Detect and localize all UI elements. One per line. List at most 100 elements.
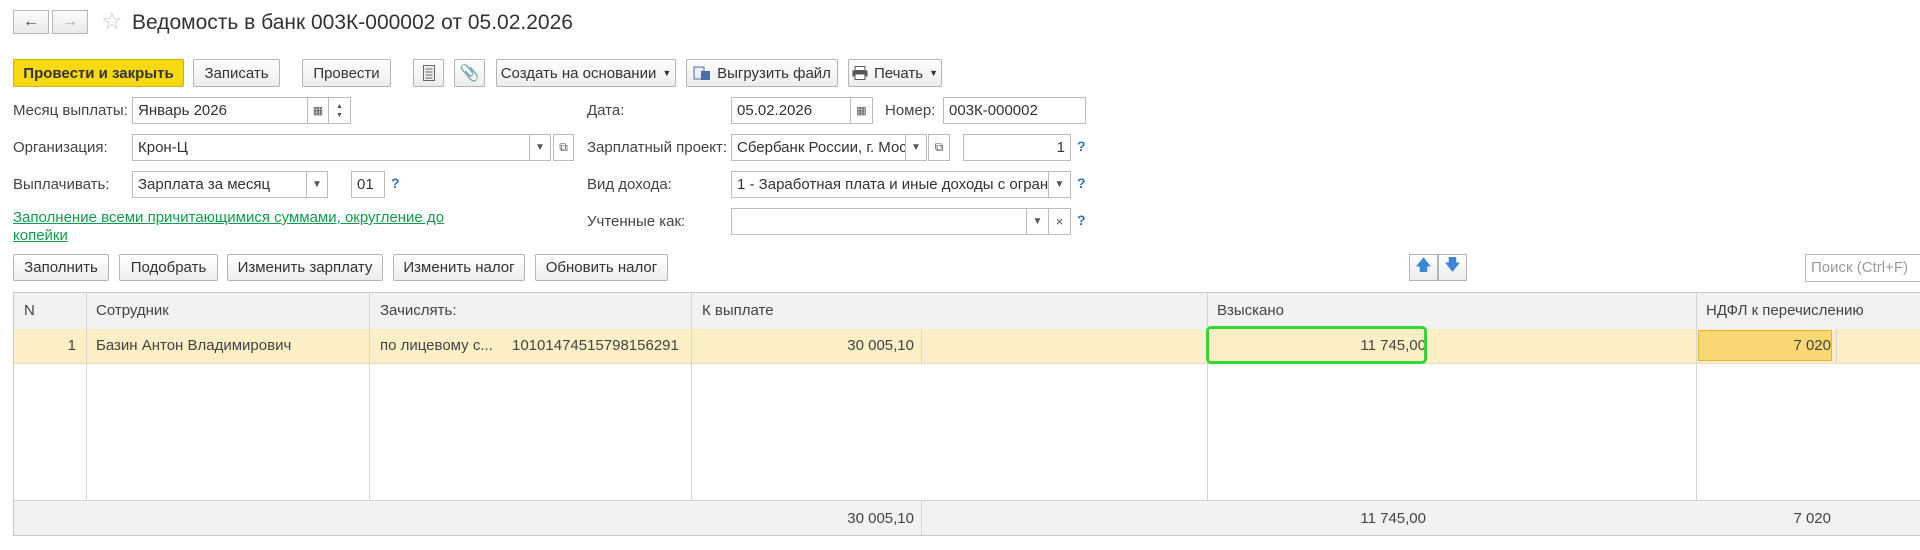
- pay-month-label: Месяц выплаты:: [13, 102, 128, 119]
- accounted-as-clear-button[interactable]: ×: [1048, 208, 1071, 235]
- fill-settings-link-line2: копейки: [13, 227, 68, 244]
- accounted-as-label: Учтенные как:: [587, 213, 686, 230]
- date-calendar-button[interactable]: ▦: [850, 97, 873, 124]
- total-to-pay: 30 005,10: [847, 510, 914, 527]
- row-account: 10101474515798156291: [512, 337, 679, 354]
- header-credit[interactable]: Зачислять:: [380, 301, 457, 321]
- chevron-down-icon: ▼: [1032, 216, 1043, 227]
- pay-type-dropdown-button[interactable]: ▼: [306, 171, 328, 198]
- salary-project-field[interactable]: Сбербанк России, г. Моск: [731, 134, 906, 161]
- fill-button[interactable]: Заполнить: [13, 254, 109, 281]
- update-tax-button[interactable]: Обновить налог: [535, 254, 668, 281]
- export-file-icon: [693, 66, 711, 80]
- income-type-label: Вид дохода:: [587, 176, 672, 193]
- move-down-button[interactable]: 🡇: [1438, 254, 1467, 281]
- back-button[interactable]: ←: [13, 10, 49, 34]
- open-link-icon: ⧉: [559, 140, 568, 154]
- row-n: 1: [67, 337, 76, 354]
- date-label: Дата:: [587, 102, 625, 119]
- document-list-button[interactable]: [413, 59, 444, 87]
- row-to-pay: 30 005,10: [847, 337, 914, 354]
- salary-project-dropdown-button[interactable]: ▼: [905, 134, 927, 161]
- post-and-close-label: Провести и закрыть: [23, 64, 174, 82]
- total-withheld: 11 745,00: [1360, 510, 1426, 527]
- organization-dropdown-button[interactable]: ▼: [529, 134, 551, 161]
- column-separator: [921, 501, 922, 535]
- column-separator: [921, 329, 922, 363]
- fill-label: Заполнить: [24, 259, 98, 276]
- income-type-dropdown-button[interactable]: ▼: [1048, 171, 1071, 198]
- search-input[interactable]: Поиск (Ctrl+F): [1805, 254, 1920, 282]
- create-based-on-button[interactable]: Создать на основании ▼: [496, 59, 676, 87]
- arrow-left-icon: ←: [23, 13, 39, 30]
- clear-icon: ×: [1055, 214, 1064, 229]
- row-employee: Базин Антон Владимирович: [96, 337, 292, 354]
- create-based-on-label: Создать на основании: [500, 64, 657, 82]
- row-credit-type: по лицевому с...: [380, 337, 493, 354]
- header-employee[interactable]: Сотрудник: [96, 301, 169, 321]
- stepper-down-icon: ▼: [336, 111, 343, 119]
- export-file-label: Выгрузить файл: [717, 64, 831, 82]
- salary-project-number-field[interactable]: 1: [963, 134, 1071, 161]
- help-icon[interactable]: ?: [1077, 175, 1086, 191]
- accounted-as-field[interactable]: [731, 208, 1027, 235]
- change-tax-label: Изменить налог: [403, 259, 515, 276]
- pay-code-field[interactable]: 01: [351, 171, 385, 198]
- chevron-down-icon: ▼: [312, 179, 322, 190]
- move-up-button[interactable]: 🡅: [1409, 254, 1438, 281]
- arrow-up-icon: 🡅: [1415, 257, 1432, 274]
- save-button[interactable]: Записать: [193, 59, 280, 87]
- printer-icon: [852, 66, 868, 80]
- help-icon[interactable]: ?: [1077, 212, 1086, 228]
- row-withheld: 11 745,00: [1360, 337, 1426, 354]
- pay-type-field[interactable]: Зарплата за месяц: [132, 171, 308, 198]
- header-withheld[interactable]: Взыскано: [1217, 301, 1284, 321]
- salary-project-label: Зарплатный проект:: [587, 139, 728, 156]
- table-footer: 30 005,10 11 745,00 7 020: [14, 500, 1920, 535]
- post-and-close-button[interactable]: Провести и закрыть: [13, 59, 184, 87]
- select-label: Подобрать: [130, 259, 207, 276]
- fill-settings-link-line1: Заполнение всеми причитающимися суммами,…: [13, 209, 445, 226]
- income-type-field[interactable]: 1 - Заработная плата и иные доходы с огр…: [731, 171, 1049, 198]
- select-button[interactable]: Подобрать: [119, 254, 218, 281]
- attachment-button[interactable]: 📎: [454, 59, 485, 87]
- document-list-icon: [422, 65, 435, 81]
- update-tax-label: Обновить налог: [545, 259, 658, 276]
- calendar-button[interactable]: ▦: [307, 97, 329, 124]
- pay-label: Выплачивать:: [13, 176, 110, 193]
- post-button[interactable]: Провести: [302, 59, 391, 87]
- number-field[interactable]: 003К-000002: [943, 97, 1086, 124]
- header-to-pay[interactable]: К выплате: [702, 301, 774, 321]
- number-label: Номер:: [885, 102, 936, 119]
- salary-project-open-button[interactable]: ⧉: [928, 134, 950, 161]
- organization-open-button[interactable]: ⧉: [553, 134, 574, 161]
- print-label: Печать: [873, 64, 924, 82]
- arrow-down-icon: 🡇: [1444, 257, 1461, 274]
- header-n[interactable]: N: [24, 301, 35, 321]
- export-file-button[interactable]: Выгрузить файл: [686, 59, 838, 87]
- forward-button[interactable]: →: [52, 10, 88, 34]
- chevron-down-icon: ▼: [1054, 179, 1065, 190]
- month-stepper[interactable]: ▲ ▼: [328, 97, 351, 124]
- organization-label: Организация:: [13, 139, 108, 156]
- pay-month-field[interactable]: Январь 2026: [132, 97, 308, 124]
- date-field[interactable]: 05.02.2026: [731, 97, 851, 124]
- save-label: Записать: [204, 64, 269, 82]
- arrow-right-icon: →: [62, 13, 78, 30]
- change-tax-button[interactable]: Изменить налог: [393, 254, 525, 281]
- open-link-icon: ⧉: [934, 140, 944, 154]
- change-salary-button[interactable]: Изменить зарплату: [227, 254, 383, 281]
- help-icon[interactable]: ?: [1077, 138, 1086, 154]
- chevron-down-icon: ▼: [662, 68, 672, 78]
- print-button[interactable]: Печать ▼: [848, 59, 942, 87]
- table-row[interactable]: 1 Базин Антон Владимирович по лицевому с…: [14, 329, 1920, 364]
- header-ndfl[interactable]: НДФЛ к перечислению: [1706, 301, 1864, 321]
- organization-field[interactable]: Крон-Ц: [132, 134, 530, 161]
- favorite-star-icon[interactable]: ☆: [101, 9, 123, 35]
- help-icon[interactable]: ?: [391, 175, 400, 191]
- calendar-icon: ▦: [312, 105, 324, 117]
- change-salary-label: Изменить зарплату: [237, 259, 373, 276]
- selected-cell-ndfl-value: 7 020: [1793, 337, 1831, 354]
- accounted-as-dropdown-button[interactable]: ▼: [1026, 208, 1049, 235]
- fill-settings-link[interactable]: Заполнение всеми причитающимися суммами,…: [13, 209, 453, 245]
